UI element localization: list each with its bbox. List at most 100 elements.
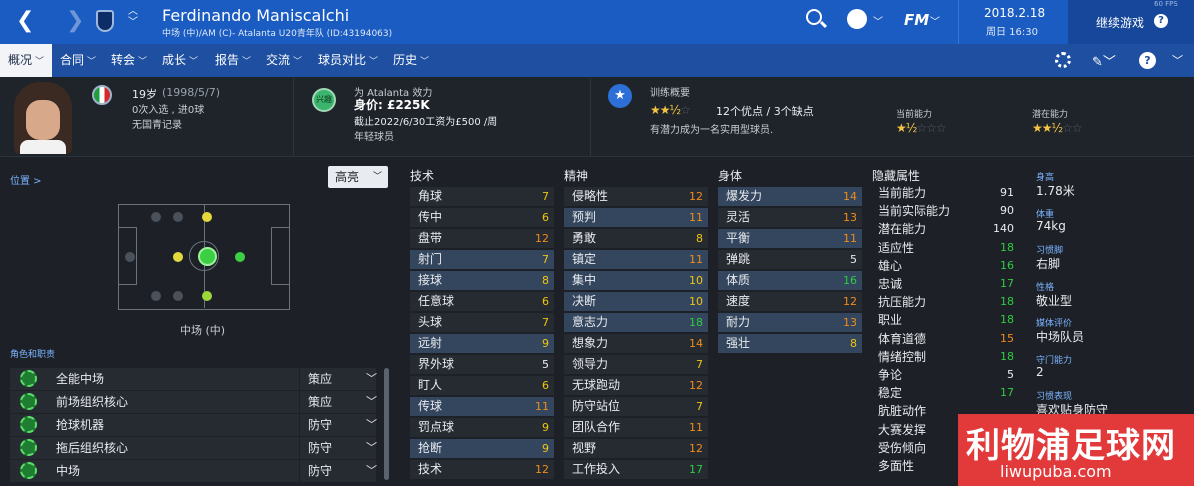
attribute-row[interactable]: 体质 16 [718, 271, 862, 290]
attribute-row[interactable]: 强壮 8 [718, 334, 862, 353]
attribute-row[interactable]: 技术 12 [410, 460, 554, 479]
attribute-row[interactable]: 防守站位 7 [564, 397, 708, 416]
tab-transfer[interactable]: 转会 ﹀ [111, 44, 147, 77]
attribute-row[interactable]: 罚点球 9 [410, 418, 554, 437]
chevron-down-icon[interactable]: ﹀ [873, 13, 883, 28]
role-row[interactable]: 前场组织核心 策应 ﹀ [10, 391, 377, 413]
help-icon[interactable]: ? [1139, 52, 1156, 69]
attribute-name: 角球 [418, 189, 443, 203]
attribute-value: 12 [535, 463, 549, 476]
help-icon[interactable]: ? [1154, 14, 1168, 28]
profile-value: 2 [1036, 364, 1044, 379]
duty-dropdown[interactable]: 策应 ﹀ [299, 368, 385, 390]
attribute-name: 弹跳 [726, 252, 751, 266]
attribute-row[interactable]: 镇定 11 [564, 250, 708, 269]
tab-development[interactable]: 成长 ﹀ [162, 44, 198, 77]
attribute-value: 11 [689, 211, 703, 224]
forward-arrow-icon[interactable]: ❯ [66, 8, 84, 33]
tab-history[interactable]: 历史 ﹀ [393, 44, 429, 77]
attribute-row[interactable]: 传中 6 [410, 208, 554, 227]
duty-label: 策应 [308, 372, 333, 386]
attribute-row[interactable]: 耐力 13 [718, 313, 862, 332]
edit-icon[interactable]: ✎﹀ [1092, 51, 1116, 70]
attribute-row[interactable]: 盯人 6 [410, 376, 554, 395]
attribute-row[interactable]: 想象力 14 [564, 334, 708, 353]
role-row[interactable]: 拖后组织核心 防守 ﹀ [10, 437, 377, 459]
position-link[interactable]: 位置 > [10, 172, 42, 187]
back-arrow-icon[interactable]: ❮ [16, 8, 34, 33]
attribute-row[interactable]: 团队合作 11 [564, 418, 708, 437]
attribute-row[interactable]: 弹跳 5 [718, 250, 862, 269]
attribute-row[interactable]: 决断 10 [564, 292, 708, 311]
attribute-row[interactable]: 灵活 13 [718, 208, 862, 227]
profile-value: 右脚 [1036, 257, 1061, 271]
updown-chevron-icon[interactable]: ︿ ﹀ [128, 6, 138, 28]
attribute-name: 当前能力 [878, 186, 927, 200]
attribute-row[interactable]: 抢断 9 [410, 439, 554, 458]
hidden-attribute-row: 忠诚 17 [872, 275, 1020, 293]
tab-compare[interactable]: 球员对比 ﹀ [318, 44, 378, 77]
roles-header: 角色和职责 [10, 350, 56, 360]
hidden-title: 隐藏属性 [872, 169, 921, 183]
attribute-row[interactable]: 意志力 18 [564, 313, 708, 332]
attribute-row[interactable]: 盘带 12 [410, 229, 554, 248]
attribute-row[interactable]: 领导力 7 [564, 355, 708, 374]
attribute-row[interactable]: 头球 7 [410, 313, 554, 332]
attribute-row[interactable]: 传球 11 [410, 397, 554, 416]
attribute-value: 8 [850, 337, 857, 350]
duty-dropdown[interactable]: 策应 ﹀ [299, 391, 385, 413]
tab-contract[interactable]: 合同 ﹀ [60, 44, 96, 77]
attribute-row[interactable]: 远射 9 [410, 334, 554, 353]
attribute-row[interactable]: 爆发力 14 [718, 187, 862, 206]
attribute-name: 平衡 [726, 231, 751, 245]
chevron-down-icon: ﹀ [366, 372, 377, 385]
position-dot [202, 291, 212, 301]
role-row[interactable]: 中场 防守 ﹀ [10, 460, 377, 482]
attribute-row[interactable]: 侵略性 12 [564, 187, 708, 206]
attribute-row[interactable]: 射门 7 [410, 250, 554, 269]
tab-interaction[interactable]: 交流 ﹀ [266, 44, 302, 77]
duty-dropdown[interactable]: 防守 ﹀ [299, 437, 385, 459]
highlight-dropdown[interactable]: 高亮 ﹀ [328, 166, 388, 188]
nav-bar: 概况 ﹀ 合同 ﹀ 转会 ﹀ 成长 ﹀ 报告 ﹀ 交流 ﹀ 球员对比 ﹀ 历史 ﹀ ✎﹀ ? ﹀ [0, 44, 1194, 77]
chevron-down-icon[interactable]: ﹀ [1172, 52, 1183, 68]
chevron-down-icon[interactable]: ﹀ [930, 13, 940, 28]
attribute-value: 5 [1007, 368, 1014, 381]
globe-icon[interactable] [847, 9, 867, 29]
hidden-attribute-row: 潜在能力 140 [872, 220, 1020, 238]
hidden-attribute-row: 职业 18 [872, 311, 1020, 329]
attribute-row[interactable]: 集中 10 [564, 271, 708, 290]
chevron-down-icon: ﹀ [35, 57, 45, 67]
attribute-row[interactable]: 角球 7 [410, 187, 554, 206]
fm-logo[interactable]: FM [904, 11, 929, 29]
attribute-row[interactable]: 勇敢 8 [564, 229, 708, 248]
tab-overview[interactable]: 概况 ﹀ [0, 44, 52, 77]
tab-reports[interactable]: 报告 ﹀ [215, 44, 251, 77]
role-row[interactable]: 抢球机器 防守 ﹀ [10, 414, 377, 436]
attribute-row[interactable]: 任意球 6 [410, 292, 554, 311]
position-dot [125, 252, 135, 262]
attribute-name: 大赛发挥 [878, 422, 927, 437]
attribute-row[interactable]: 预判 11 [564, 208, 708, 227]
ca-stars: ★½☆☆☆ [896, 121, 947, 135]
attribute-value: 18 [1000, 240, 1014, 254]
attribute-row[interactable]: 工作投入 17 [564, 460, 708, 479]
player-name: Ferdinando Maniscalchi [162, 6, 350, 25]
stars-value: ★★½ [650, 103, 681, 117]
attribute-row[interactable]: 速度 12 [718, 292, 862, 311]
attribute-row[interactable]: 界外球 5 [410, 355, 554, 374]
shortlist-icon[interactable] [1055, 52, 1071, 68]
tab-label: 转会 [111, 53, 136, 67]
attribute-row[interactable]: 视野 12 [564, 439, 708, 458]
role-row[interactable]: 全能中场 策应 ﹀ [10, 368, 377, 390]
profile-value: 中场队员 [1036, 330, 1085, 344]
attribute-row[interactable]: 平衡 11 [718, 229, 862, 248]
scrollbar[interactable] [384, 368, 389, 480]
attribute-row[interactable]: 无球跑动 12 [564, 376, 708, 395]
duty-dropdown[interactable]: 防守 ﹀ [299, 414, 385, 436]
duty-label: 防守 [308, 441, 333, 455]
attribute-row[interactable]: 接球 8 [410, 271, 554, 290]
game-date: 2018.2.18 [984, 6, 1046, 20]
attribute-name: 界外球 [418, 357, 455, 371]
duty-dropdown[interactable]: 防守 ﹀ [299, 460, 385, 482]
